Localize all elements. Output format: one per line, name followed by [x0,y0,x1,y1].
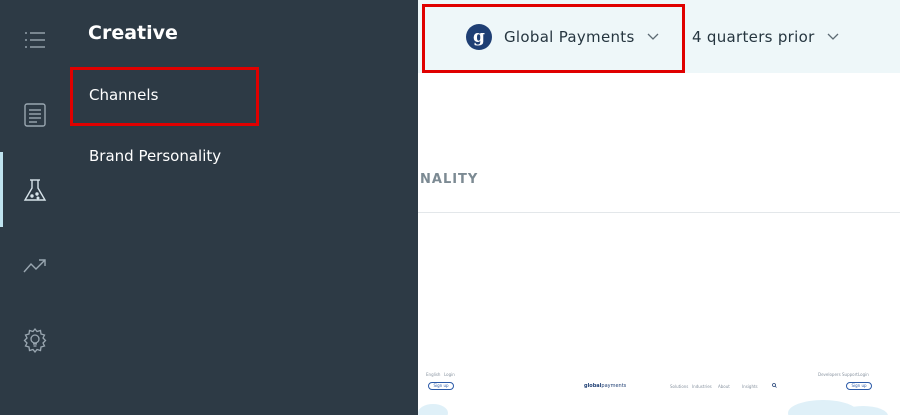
website-thumbnail: English Login Sign up globalpayments Sol… [418,360,900,415]
tab-divider [418,212,900,213]
list-icon [25,31,45,48]
thumb-signup-button: Sign up [846,382,872,390]
period-label: 4 quarters prior [692,28,815,46]
thumb-brand: globalpayments [584,383,626,389]
rail-item-insights[interactable] [0,302,70,377]
company-name: Global Payments [504,28,635,46]
flask-icon [23,178,47,201]
thumb-brand-bold: global [584,383,602,389]
company-selector[interactable]: g Global Payments [466,22,659,52]
gear-bulb-icon [23,327,47,353]
menu-title: Creative [88,22,178,44]
thumb-nav-link: Insights [742,384,758,389]
rail-item-trends[interactable] [0,227,70,302]
thumb-brand-light: payments [601,383,627,389]
thumb-link: Support [842,372,858,377]
chevron-down-icon [827,33,839,40]
app-window: Creative Channels Brand Personality g Gl… [0,0,900,415]
rail-item-document[interactable] [0,77,70,152]
thumb-signup-button: Sign up [428,382,454,390]
thumb-link: Developers [818,372,841,377]
rail-item-list[interactable] [0,2,70,77]
thumb-link: Login [858,372,869,377]
thumb-nav-link: Industries [692,384,712,389]
thumb-nav-link: Solutions [670,384,689,389]
thumb-link: English [426,372,441,377]
rail-item-lab[interactable] [0,152,70,227]
creative-flyout-menu: Creative Channels Brand Personality [70,0,418,415]
thumb-search-icon [772,383,777,388]
thumb-link: Login [444,372,455,377]
cloud-decoration [418,404,448,415]
menu-item-channels[interactable]: Channels [89,86,158,104]
chevron-down-icon [647,33,659,40]
trend-icon [23,258,46,272]
top-bar: g Global Payments 4 quarters prior [418,0,900,73]
menu-item-brand-personality[interactable]: Brand Personality [89,147,221,165]
document-icon [24,102,46,127]
company-logo: g [466,24,492,50]
tab-personality[interactable]: NALITY [420,172,478,187]
period-selector[interactable]: 4 quarters prior [692,22,839,52]
icon-rail [0,0,70,415]
thumb-nav-link: About [718,384,730,389]
